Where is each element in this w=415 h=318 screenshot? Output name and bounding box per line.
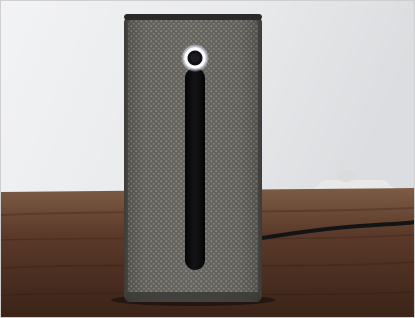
vertical-slot xyxy=(185,68,205,270)
device-top-edge xyxy=(124,14,262,20)
power-ring-icon xyxy=(181,44,209,72)
photo-frame xyxy=(0,0,415,318)
device-base xyxy=(126,292,260,302)
speaker-device xyxy=(124,14,262,302)
scene-svg xyxy=(0,0,415,318)
